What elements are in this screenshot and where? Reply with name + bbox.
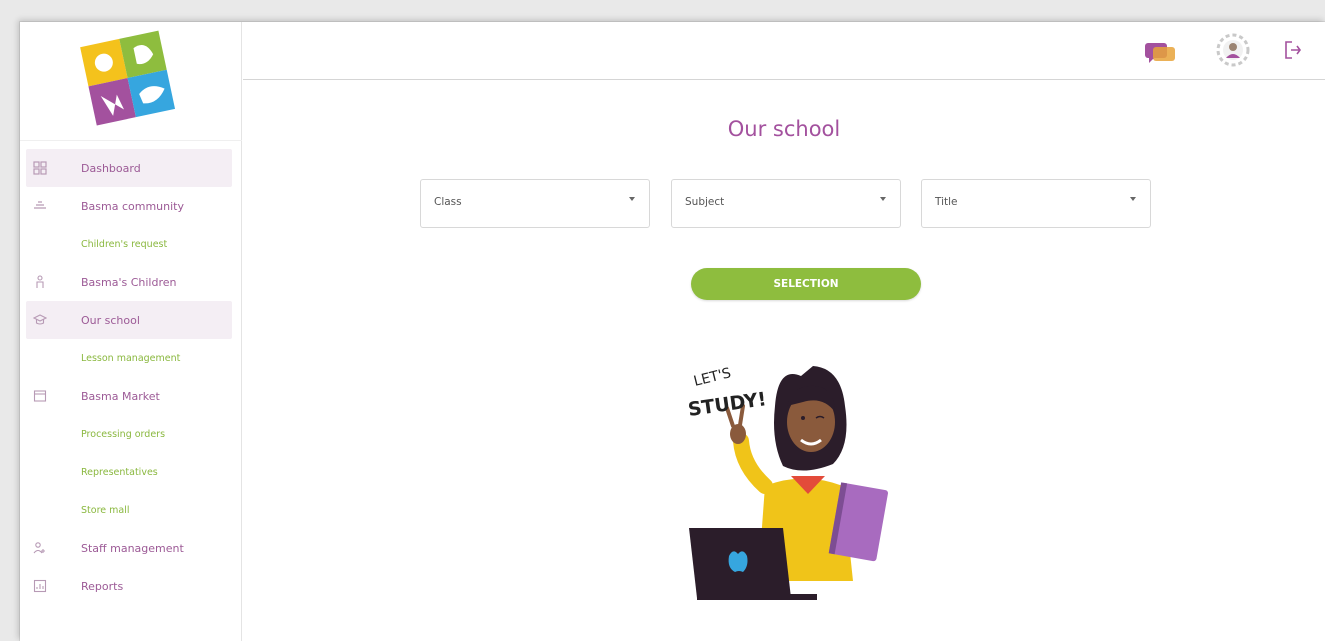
sidebar-item-our-school[interactable]: Our school bbox=[26, 301, 232, 339]
main-content: Our school Class Subject Title SELECTION bbox=[243, 81, 1325, 641]
sidebar-item-label: Staff management bbox=[81, 541, 184, 555]
subject-select-label: Subject bbox=[685, 196, 725, 208]
sidebar-item-label: Basma community bbox=[81, 199, 185, 213]
profile-settings-icon[interactable] bbox=[1215, 32, 1251, 68]
app-window: Dashboard Basma community Children's req… bbox=[20, 22, 1325, 641]
logout-icon[interactable] bbox=[1283, 39, 1303, 61]
sidebar-item-label: Reports bbox=[81, 579, 124, 593]
graduation-cap-icon bbox=[33, 314, 47, 325]
page-title: Our school bbox=[727, 117, 841, 141]
sidebar-item-basma-market[interactable]: Basma Market bbox=[26, 377, 232, 415]
sidebar-nav: Dashboard Basma community Children's req… bbox=[26, 149, 232, 605]
study-text: STUDY! bbox=[687, 388, 768, 421]
sidebar-item-basmas-children[interactable]: Basma's Children bbox=[26, 263, 232, 301]
title-select[interactable]: Title bbox=[921, 179, 1151, 228]
sidebar-item-label: Basma Market bbox=[81, 389, 160, 403]
basma-logo[interactable] bbox=[78, 30, 178, 130]
sidebar-item-representatives[interactable]: Representatives bbox=[26, 453, 232, 491]
sidebar-item-reports[interactable]: Reports bbox=[26, 567, 232, 605]
sidebar-item-store-mall[interactable]: Store mall bbox=[26, 491, 232, 529]
sidebar-item-label: Lesson management bbox=[81, 352, 181, 364]
lets-text: LET'S bbox=[692, 365, 733, 390]
lets-study-illustration: LET'S STUDY! bbox=[687, 365, 888, 600]
selection-button[interactable]: SELECTION bbox=[691, 268, 921, 300]
report-icon bbox=[33, 579, 47, 593]
sidebar-item-childrens-request[interactable]: Children's request bbox=[26, 225, 232, 263]
child-icon bbox=[36, 275, 44, 288]
title-select-label: Title bbox=[935, 196, 958, 208]
sidebar-item-label: Store mall bbox=[81, 504, 130, 516]
sidebar-item-label: Representatives bbox=[81, 466, 158, 478]
top-bar bbox=[243, 22, 1325, 80]
sidebar-item-basma-community[interactable]: Basma community bbox=[26, 187, 232, 225]
sidebar-item-dashboard[interactable]: Dashboard bbox=[26, 149, 232, 187]
sidebar-item-processing-orders[interactable]: Processing orders bbox=[26, 415, 232, 453]
chat-icon[interactable] bbox=[1143, 37, 1177, 65]
sidebar-item-label: Our school bbox=[81, 313, 140, 327]
chevron-down-icon bbox=[880, 197, 886, 201]
users-icon bbox=[33, 542, 45, 554]
sidebar-item-label: Basma's Children bbox=[81, 275, 177, 289]
chevron-down-icon bbox=[1130, 197, 1136, 201]
class-select-label: Class bbox=[434, 196, 462, 208]
chevron-down-icon bbox=[629, 197, 635, 201]
logo-divider bbox=[20, 140, 242, 141]
sidebar-item-label: Processing orders bbox=[81, 428, 166, 440]
grid-icon bbox=[33, 161, 47, 175]
class-select[interactable]: Class bbox=[420, 179, 650, 228]
subject-select[interactable]: Subject bbox=[671, 179, 901, 228]
sidebar-item-lesson-management[interactable]: Lesson management bbox=[26, 339, 232, 377]
store-icon bbox=[33, 390, 47, 402]
sidebar-item-label: Children's request bbox=[81, 238, 168, 250]
sidebar-item-staff-management[interactable]: Staff management bbox=[26, 529, 232, 567]
community-icon bbox=[34, 201, 46, 209]
sidebar-item-label: Dashboard bbox=[81, 161, 141, 175]
sidebar: Dashboard Basma community Children's req… bbox=[20, 22, 242, 641]
